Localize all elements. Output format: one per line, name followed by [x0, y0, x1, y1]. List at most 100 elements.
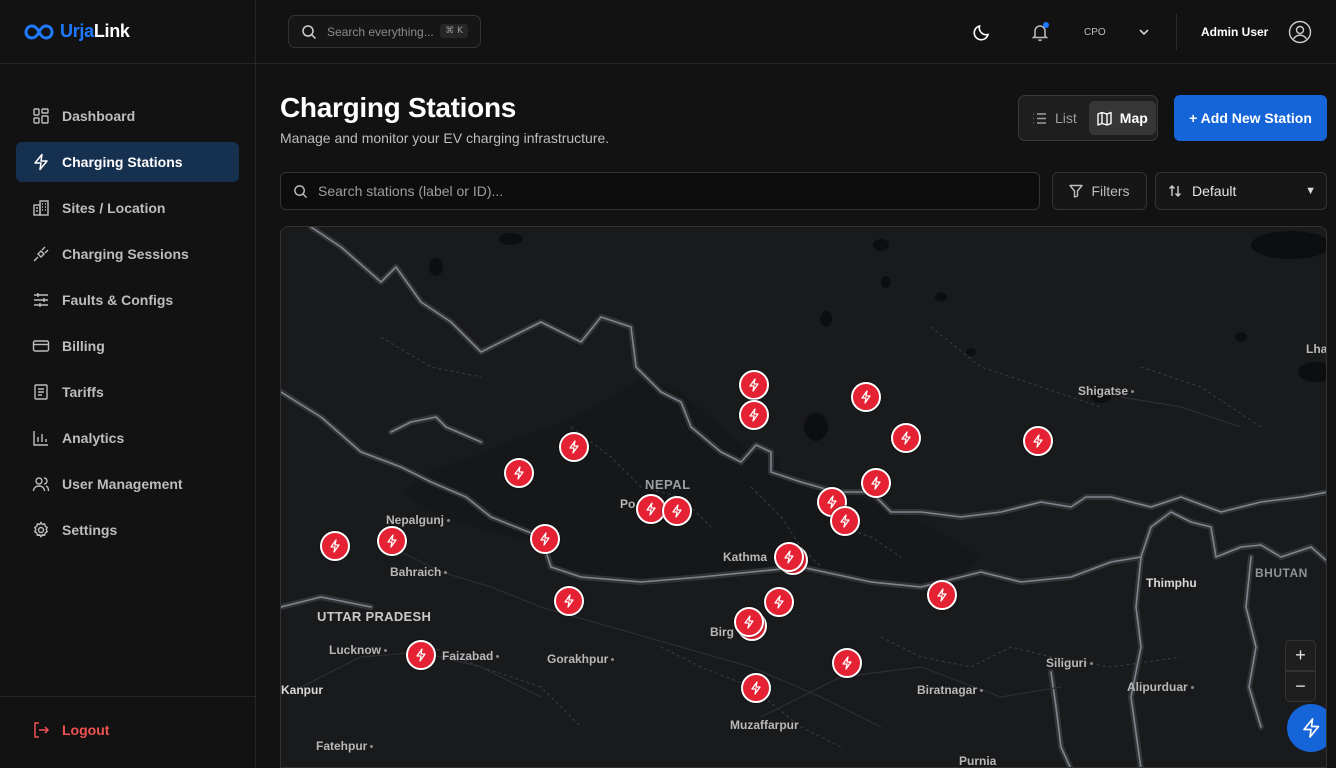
- station-marker[interactable]: [741, 673, 771, 703]
- zap-icon: [564, 594, 574, 608]
- zap-icon: [861, 390, 871, 404]
- role-select[interactable]: CPO: [1084, 27, 1106, 38]
- sidebar-item-analytics[interactable]: Analytics: [16, 418, 239, 458]
- stations-map[interactable]: Lha Shigatse NEPAL Po Nepalgunj Bahraich…: [280, 226, 1327, 768]
- station-marker[interactable]: [851, 382, 881, 412]
- map-label-siliguri: Siliguri: [1046, 656, 1093, 670]
- zoom-in-button[interactable]: +: [1285, 640, 1316, 671]
- bar-chart-icon: [33, 431, 48, 446]
- grid-icon: [33, 108, 49, 124]
- map-label-kanpur: Kanpur: [281, 683, 323, 697]
- zap-icon: [842, 656, 852, 670]
- station-marker[interactable]: [662, 496, 692, 526]
- view-map-label: Map: [1119, 110, 1148, 126]
- map-label-faizabad: Faizabad: [442, 649, 499, 663]
- list-icon: [1033, 112, 1046, 124]
- sidebar-item-label: Sites / Location: [62, 200, 166, 216]
- plug-icon: [33, 246, 49, 262]
- caret-down-icon: ▼: [1305, 185, 1316, 197]
- zoom-out-button[interactable]: −: [1285, 671, 1316, 702]
- sidebar-item-sites-location[interactable]: Sites / Location: [16, 188, 239, 228]
- add-new-station-button[interactable]: + Add New Station: [1174, 95, 1327, 141]
- zap-icon: [749, 408, 759, 422]
- station-marker[interactable]: [320, 531, 350, 561]
- main-content: Charging Stations Manage and monitor you…: [256, 64, 1336, 768]
- logout-button[interactable]: Logout: [16, 721, 239, 739]
- sidebar-item-label: Charging Sessions: [62, 246, 189, 262]
- station-marker[interactable]: [830, 506, 860, 536]
- sidebar-nav: Dashboard Charging Stations Sites / Loca…: [0, 64, 255, 550]
- sidebar-item-billing[interactable]: Billing: [16, 326, 239, 366]
- station-marker[interactable]: [559, 432, 589, 462]
- zap-icon: [416, 648, 426, 662]
- top-header: Search everything... ⌘ K CPO Admin User: [256, 0, 1336, 64]
- sidebar-item-label: Billing: [62, 338, 105, 354]
- zap-icon: [34, 153, 48, 171]
- zap-icon: [840, 514, 850, 528]
- station-marker[interactable]: [764, 587, 794, 617]
- brand-name: UrjaLink: [60, 21, 130, 42]
- zap-icon: [1033, 434, 1043, 448]
- station-marker[interactable]: [739, 370, 769, 400]
- map-label-pokhara: Po: [620, 497, 636, 511]
- brand[interactable]: UrjaLink: [0, 0, 255, 64]
- building-icon: [33, 200, 49, 216]
- moon-icon[interactable]: [972, 22, 992, 42]
- map-label-lucknow: Lucknow: [329, 643, 387, 657]
- zap-icon: [514, 466, 524, 480]
- station-marker[interactable]: [734, 607, 764, 637]
- user-avatar-icon[interactable]: [1288, 20, 1312, 44]
- global-search-input[interactable]: Search everything... ⌘ K: [288, 15, 481, 48]
- user-name[interactable]: Admin User: [1201, 25, 1268, 39]
- sidebar-item-label: Tariffs: [62, 384, 104, 400]
- map-label-bhutan: BHUTAN: [1255, 566, 1308, 580]
- map-label-bahraich: Bahraich: [390, 565, 447, 579]
- receipt-icon: [34, 384, 48, 400]
- sidebar-item-label: Analytics: [62, 430, 125, 446]
- gear-icon: [33, 521, 49, 538]
- app-root: UrjaLink Dashboard Charging Stations Sit…: [0, 0, 1336, 768]
- map-icon: [1097, 111, 1112, 126]
- station-marker[interactable]: [861, 468, 891, 498]
- sidebar-item-user-management[interactable]: User Management: [16, 464, 239, 504]
- infinity-logo-icon: [24, 23, 54, 40]
- station-marker[interactable]: [377, 526, 407, 556]
- sidebar-item-faults-configs[interactable]: Faults & Configs: [16, 280, 239, 320]
- view-list-button[interactable]: List: [1024, 101, 1085, 135]
- page-title: Charging Stations: [280, 92, 517, 123]
- station-marker[interactable]: [739, 400, 769, 430]
- map-label-uttar-pradesh: UTTAR PRADESH: [317, 609, 432, 624]
- station-marker[interactable]: [1023, 426, 1053, 456]
- station-marker[interactable]: [554, 586, 584, 616]
- filters-label: Filters: [1091, 183, 1130, 199]
- station-marker[interactable]: [891, 423, 921, 453]
- filters-button[interactable]: Filters: [1052, 172, 1147, 210]
- station-marker[interactable]: [927, 580, 957, 610]
- station-marker[interactable]: [530, 524, 560, 554]
- station-marker[interactable]: [832, 648, 862, 678]
- zap-icon: [749, 378, 759, 392]
- sidebar-item-tariffs[interactable]: Tariffs: [16, 372, 239, 412]
- sidebar-item-settings[interactable]: Settings: [16, 510, 239, 550]
- page-subtitle: Manage and monitor your EV charging infr…: [280, 130, 610, 146]
- station-marker[interactable]: [504, 458, 534, 488]
- station-search-input[interactable]: [318, 183, 1018, 199]
- station-marker[interactable]: [774, 542, 804, 572]
- sidebar-item-dashboard[interactable]: Dashboard: [16, 96, 239, 136]
- brand-name-part2: Link: [93, 21, 130, 41]
- sidebar-item-charging-sessions[interactable]: Charging Sessions: [16, 234, 239, 274]
- sidebar-item-charging-stations[interactable]: Charging Stations: [16, 142, 239, 182]
- map-label-biratnagar: Biratnagar: [917, 683, 983, 697]
- zap-icon: [744, 615, 754, 629]
- zap-icon: [901, 431, 911, 445]
- map-label-kathmandu: Kathma: [723, 550, 768, 564]
- zap-icon: [569, 440, 579, 454]
- quick-charge-fab[interactable]: [1287, 704, 1326, 752]
- sort-select[interactable]: Default ▼: [1155, 172, 1327, 210]
- view-map-button[interactable]: Map: [1088, 101, 1156, 135]
- chevron-down-icon[interactable]: [1137, 25, 1151, 39]
- map-label-birgunj: Birg: [710, 625, 734, 639]
- logout-label: Logout: [62, 722, 110, 738]
- map-label-nepalgunj: Nepalgunj: [386, 513, 450, 527]
- station-marker[interactable]: [406, 640, 436, 670]
